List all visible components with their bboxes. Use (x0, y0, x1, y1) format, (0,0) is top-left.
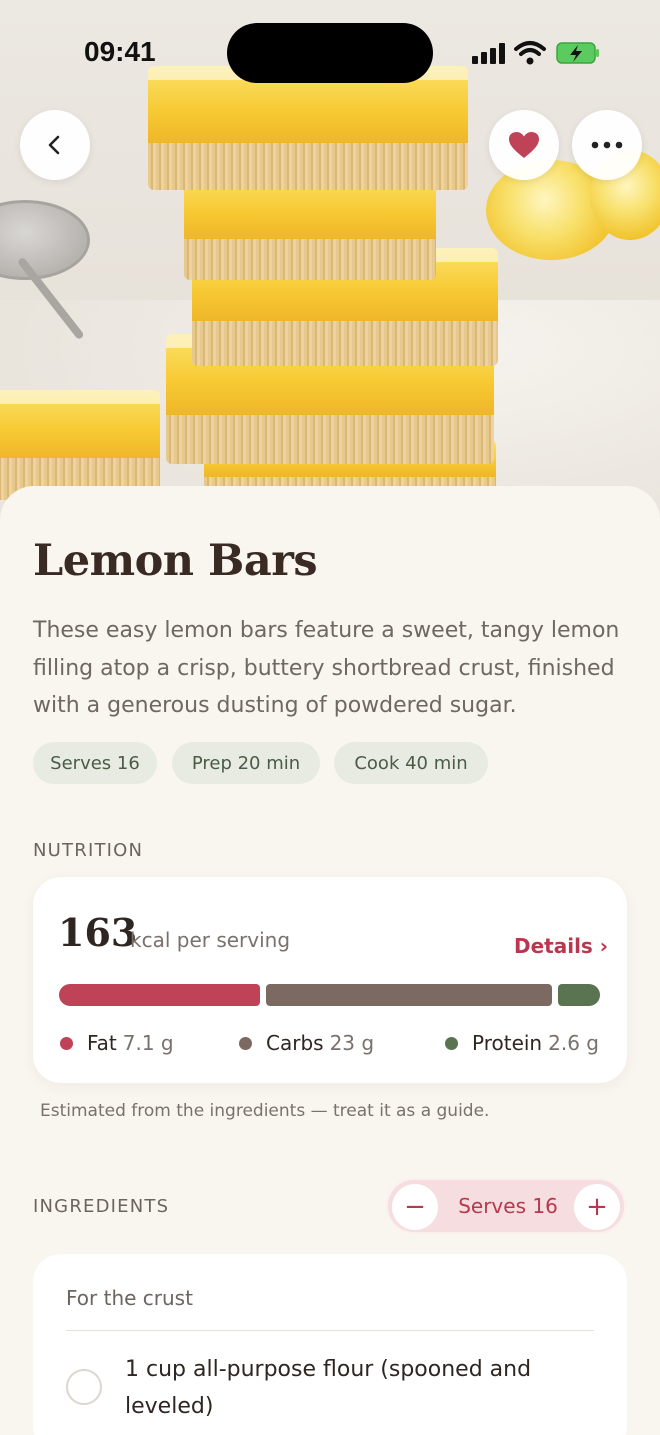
more-horizontal-icon (591, 141, 623, 149)
ingredients-section-label: INGREDIENTS (33, 1196, 170, 1217)
ingredient-group-title: For the crust (66, 1286, 193, 1310)
ingredient-checkbox[interactable] (66, 1369, 102, 1405)
carbs-value: 23 g (329, 1031, 375, 1055)
recipe-description: These easy lemon bars feature a sweet, t… (33, 618, 620, 718)
protein-label: Protein (472, 1031, 543, 1055)
chip-prep-time: Prep 20 min (172, 742, 320, 784)
chip-cook-time: Cook 40 min (334, 742, 488, 784)
nutrition-section-label: NUTRITION (33, 840, 144, 861)
cellular-signal-icon (472, 42, 508, 64)
lemon-bar-slice (0, 390, 160, 500)
carbs-dot-icon (239, 1036, 252, 1050)
macro-legend-fat: Fat 7.1 g (60, 1031, 174, 1055)
calories-unit: kcal per serving (130, 928, 291, 952)
ingredient-item: 1 cup all-purpose flour (spooned and lev… (125, 1357, 532, 1419)
divider (66, 1330, 594, 1331)
decrease-servings-button[interactable]: − (392, 1184, 438, 1230)
nutrition-details-link[interactable]: Details › (514, 934, 608, 958)
fat-label: Fat (87, 1031, 117, 1055)
protein-dot-icon (445, 1036, 458, 1050)
wifi-icon (514, 41, 546, 65)
calories-value: 163 (58, 910, 138, 955)
fat-dot-icon (60, 1036, 73, 1050)
macro-bar-fat (59, 984, 260, 1006)
sieve-decor (0, 200, 90, 280)
recipe-title: Lemon Bars (33, 536, 318, 586)
macro-bar-carbs (266, 984, 552, 1006)
battery-charging-icon (556, 42, 599, 64)
increase-servings-button[interactable]: + (574, 1184, 620, 1230)
status-bar: 09:41 (0, 0, 660, 100)
carbs-label: Carbs (266, 1031, 324, 1055)
protein-value: 2.6 g (548, 1031, 599, 1055)
dynamic-island (227, 23, 433, 83)
favorite-button[interactable] (489, 110, 559, 180)
fat-value: 7.1 g (122, 1031, 174, 1055)
servings-stepper: Serves 16 − + (386, 1178, 626, 1234)
macro-bar-protein (558, 984, 600, 1006)
heart-icon (509, 132, 539, 158)
macro-legend-carbs: Carbs 23 g (239, 1031, 374, 1055)
nutrition-disclaimer: Estimated from the ingredients — treat i… (40, 1101, 490, 1121)
chevron-left-icon (48, 135, 60, 155)
back-button[interactable] (20, 110, 90, 180)
macro-legend-protein: Protein 2.6 g (445, 1031, 599, 1055)
status-time: 09:41 (84, 36, 156, 67)
more-options-button[interactable] (572, 110, 642, 180)
chip-serves: Serves 16 (33, 742, 157, 784)
